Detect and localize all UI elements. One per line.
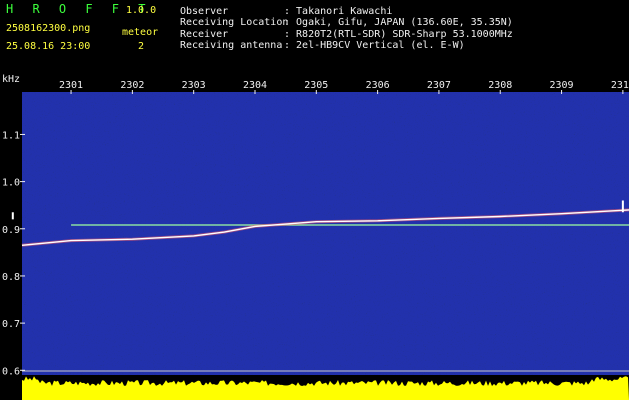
y-axis-unit: kHz <box>2 74 20 85</box>
time-tick-label: 2309 <box>550 80 574 91</box>
antenna-value: : 2el-HB9CV Vertical (el. E-W) <box>284 40 465 51</box>
noise-texture <box>22 92 629 375</box>
file-name: 2508162300.png <box>6 23 91 34</box>
time-tick-label: 2305 <box>304 80 328 91</box>
receiver-value: : R820T2(RTL-SDR) SDR-Sharp 53.1000MHz <box>284 29 513 40</box>
time-tick-label: 2307 <box>427 80 451 91</box>
meteor-label: meteor <box>122 27 159 38</box>
observer-value: : Takanori Kawachi <box>284 6 393 17</box>
time-tick-label: 2306 <box>366 80 390 91</box>
antenna-label: Receiving antenna <box>180 40 283 51</box>
header-panel: H R O F F T 1.0.0 2508162300.png 25.08.1… <box>0 0 629 70</box>
time-tick-label: 2303 <box>182 80 206 91</box>
freq-tick-label: 0.8 <box>2 272 20 283</box>
observer-label: Observer <box>180 6 229 17</box>
file-datetime: 25.08.16 23:00 <box>6 41 91 52</box>
time-tick-label: 2301 <box>59 80 83 91</box>
freq-tick-label: 1.0 <box>2 178 20 189</box>
receiver-label: Receiver <box>180 29 229 40</box>
freq-tick-label: 0.6 <box>2 366 20 377</box>
time-tick-label: 2304 <box>243 80 267 91</box>
location-value: : Ogaki, Gifu, JAPAN (136.60E, 35.35N) <box>284 17 513 28</box>
meteor-count: 2 <box>138 41 145 52</box>
freq-tick-label: 0.9 <box>2 225 20 236</box>
location-label: Receiving Location <box>180 17 289 28</box>
time-tick-label: 2310 <box>611 80 629 91</box>
time-tick-label: 2308 <box>488 80 512 91</box>
spectrogram-chart: kHz 2301 2302 2303 2304 2305 2306 2307 2308 2309… <box>0 70 629 400</box>
app-version: 1.0.0 <box>126 5 157 16</box>
freq-tick-label: 0.7 <box>2 319 20 330</box>
time-tick-label: 2302 <box>120 80 144 91</box>
freq-tick-label: 1.1 <box>2 130 20 141</box>
